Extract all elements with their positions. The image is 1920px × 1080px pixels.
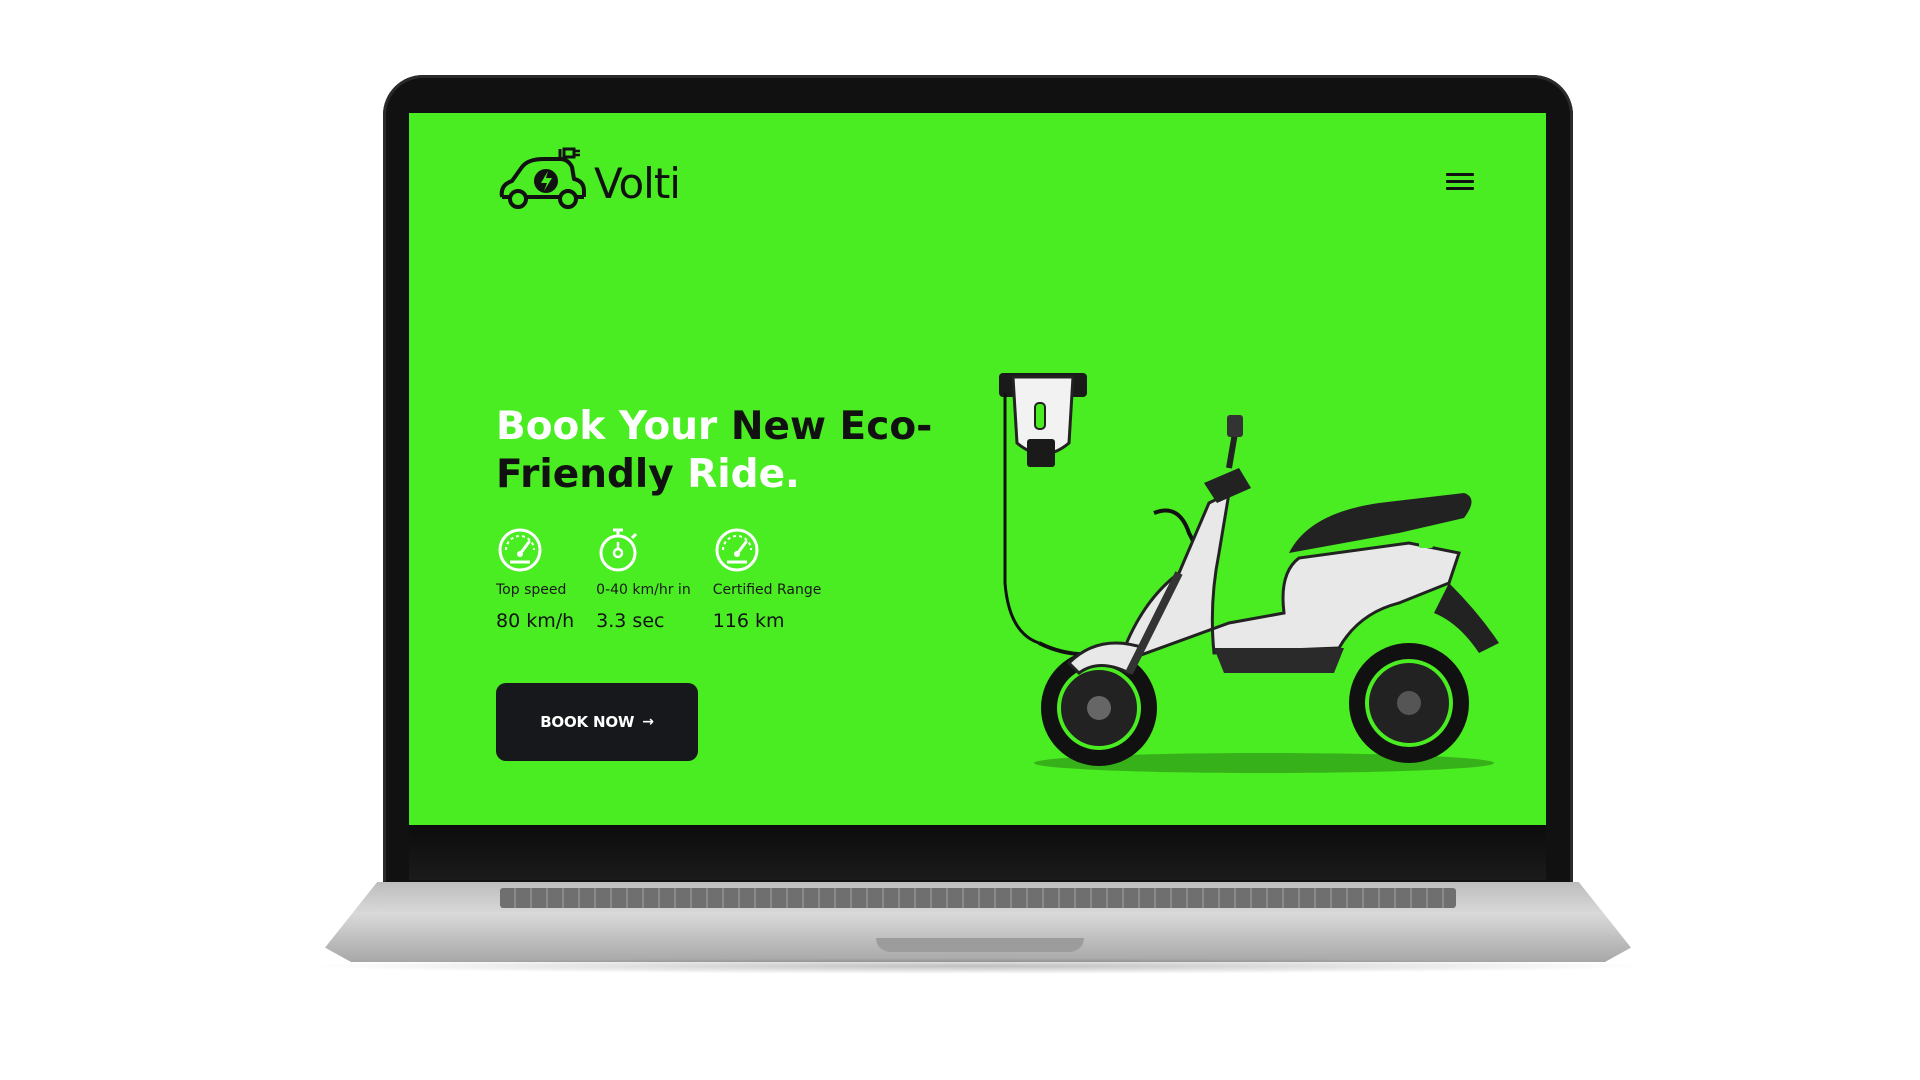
scooter-with-charger-image — [979, 373, 1519, 793]
speedometer-icon — [713, 526, 822, 574]
hamburger-menu-icon[interactable] — [1446, 173, 1474, 195]
stopwatch-icon — [596, 526, 691, 574]
stat-value: 116 km — [712, 610, 785, 632]
stat-range: Certified Range 116 km — [712, 526, 822, 632]
stat-label: 0-40 km/hr in — [596, 582, 691, 598]
laptop-shadow — [300, 958, 1656, 974]
electric-car-icon — [494, 145, 590, 215]
hero-title-part: Ride. — [687, 452, 800, 497]
hero-title-part: Book Your — [496, 404, 731, 449]
charging-station-icon — [999, 373, 1087, 645]
book-now-button[interactable]: BOOK NOW → — [496, 683, 698, 761]
stat-acceleration: 0-40 km/hr in 3.3 sec — [596, 526, 691, 632]
stat-value: 3.3 sec — [596, 610, 665, 632]
stat-value: 80 km/h — [496, 610, 575, 632]
laptop-notch — [876, 938, 1084, 952]
hero-title-part: New Eco- — [730, 404, 933, 449]
laptop-mockup: Volti Book Your New Eco- Friendly Ride. — [0, 0, 1920, 1080]
stat-label: Top speed — [496, 582, 567, 598]
website-screen: Volti Book Your New Eco- Friendly Ride. — [409, 113, 1546, 825]
hero-title-part: Friendly — [496, 452, 688, 497]
brand-name: Volti — [594, 158, 681, 208]
arrow-right-icon: → — [642, 714, 654, 730]
laptop-bezel-bottom — [409, 825, 1546, 880]
speedometer-icon — [496, 526, 574, 574]
hero-title: Book Your New Eco- Friendly Ride. — [496, 403, 1016, 499]
stat-label: Certified Range — [712, 582, 822, 598]
specs-row: Top speed 80 km/h 0-40 km/hr in 3.3 sec — [496, 526, 821, 632]
laptop-keyboard — [500, 888, 1456, 908]
site-header: Volti — [494, 145, 1474, 215]
brand-logo[interactable]: Volti — [494, 145, 681, 215]
stat-top-speed: Top speed 80 km/h — [496, 526, 574, 632]
book-now-label: BOOK NOW — [540, 713, 635, 731]
hero-section: Book Your New Eco- Friendly Ride. — [496, 403, 1016, 499]
